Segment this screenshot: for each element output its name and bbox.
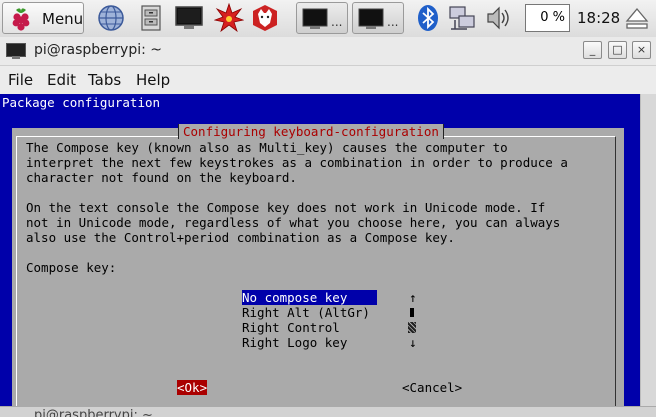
globe-icon[interactable] [96,3,126,33]
menu-edit[interactable]: Edit [47,71,76,89]
top-panel: Menu ... ... 0 % 18:28 [0,0,656,38]
window-title: pi@raspberrypi: ~ [34,42,163,58]
menu-button[interactable]: Menu [2,2,84,34]
menu-tabs[interactable]: Tabs [88,71,121,89]
option-right-control[interactable]: Right Control [242,320,340,335]
maximize-button[interactable]: □ [608,41,627,59]
terminal-app-icon [6,43,26,59]
menu-bar: File Edit Tabs Help [0,66,656,94]
raspberry-icon [12,8,30,31]
description-line: also use the Control+period combination … [26,230,455,245]
taskbar-terminal-1[interactable]: ... [296,2,348,34]
terminal-area[interactable]: Package configuration Configuring keyboa… [0,94,640,406]
file-manager-icon[interactable] [136,3,166,33]
menu-label: Menu [42,10,84,28]
dialog-title: Configuring keyboard-configuration [178,124,444,139]
dialog-box: Configuring keyboard-configuration The C… [12,124,624,406]
taskbar-terminal-2[interactable]: ... [352,2,404,34]
minimize-button[interactable]: _ [583,41,602,59]
network-icon[interactable] [447,3,477,33]
terminal-window-icon [358,8,384,29]
terminal-scrollbar[interactable] [640,94,656,406]
scroll-thumb[interactable] [408,322,416,333]
option-no-compose-key[interactable]: No compose key [242,290,378,305]
taskbar-dots: ... [387,15,399,29]
volume-icon[interactable] [484,3,514,33]
option-right-logo[interactable]: Right Logo key [242,335,347,350]
description-line: On the text console the Compose key does… [26,200,546,215]
cancel-button[interactable]: <Cancel> [402,380,462,395]
description-line: not in Unicode mode, regardless of what … [26,215,561,230]
ok-button[interactable]: <Ok> [177,380,208,395]
scroll-marker [410,308,414,317]
package-config-header: Package configuration [2,95,161,110]
option-right-alt[interactable]: Right Alt (AltGr) [242,305,370,320]
description-line: character not found on the keyboard. [26,170,297,185]
bluetooth-icon[interactable] [413,3,443,33]
burst-icon[interactable] [214,3,244,33]
menu-file[interactable]: File [8,71,33,89]
background-window-titlebar[interactable]: pi@raspberrypi: ~ [0,406,656,417]
scroll-down-arrow[interactable]: ↓ [409,335,417,350]
window-titlebar[interactable]: pi@raspberrypi: ~ _ □ × [0,37,656,66]
taskbar-dots: ... [331,15,343,29]
scroll-up-arrow[interactable]: ↑ [409,290,417,305]
terminal-window-icon [302,8,328,29]
close-button[interactable]: × [632,41,651,59]
menu-help[interactable]: Help [136,71,170,89]
cpu-monitor[interactable]: 0 % [525,4,570,32]
terminal-icon[interactable] [174,3,204,33]
compose-key-prompt: Compose key: [26,260,117,275]
eject-icon[interactable] [622,3,652,33]
cpu-label: 0 % [540,10,565,25]
description-line: interpret the next few keystrokes as a c… [26,155,568,170]
clock[interactable]: 18:28 [577,9,620,27]
wolfram-icon[interactable] [250,3,280,33]
description-line: The Compose key (known also as Multi_key… [26,140,508,155]
